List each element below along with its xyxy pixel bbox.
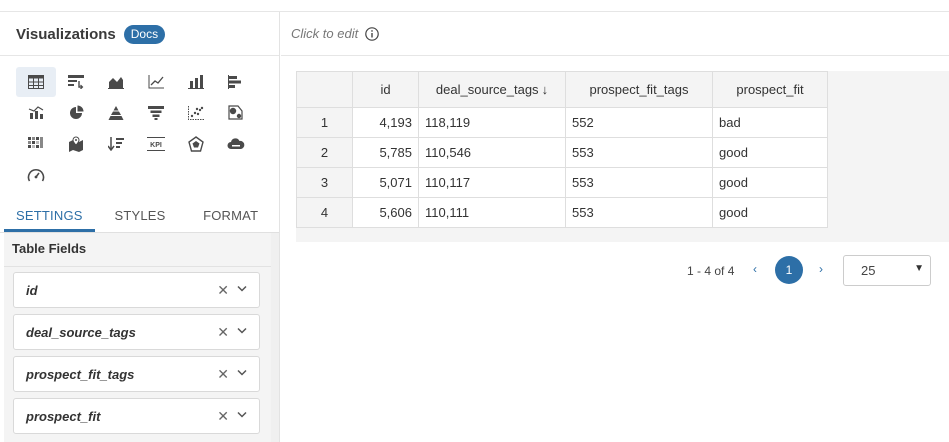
cell-prospect-fit: good	[712, 167, 828, 198]
page-1-button[interactable]: 1	[775, 256, 803, 284]
sidebar-tabs: SETTINGS STYLES FORMAT	[4, 204, 276, 232]
docs-link[interactable]: Docs	[123, 24, 166, 44]
pagination-range: 1 - 4 of 4	[687, 264, 735, 278]
column-header-deal-source-tags[interactable]: deal_source_tags ↓	[418, 71, 566, 108]
tab-format[interactable]: FORMAT	[185, 204, 276, 232]
cell-id: 5,606	[352, 197, 419, 228]
map-marker-icon[interactable]	[56, 129, 96, 159]
row-number: 2	[296, 137, 353, 168]
cell-prospect-fit: bad	[712, 107, 828, 138]
field-name: prospect_fit_tags	[26, 366, 135, 382]
pivot-table-icon[interactable]	[56, 67, 96, 97]
divider	[4, 266, 271, 267]
field-pill[interactable]: prospect_fit ✕	[13, 398, 260, 434]
field-name: prospect_fit	[26, 408, 101, 424]
visualizations-header: Visualizations Docs	[16, 22, 166, 46]
cloud-icon[interactable]	[216, 129, 256, 159]
field-pill[interactable]: deal_source_tags ✕	[13, 314, 260, 350]
field-pill[interactable]: id ✕	[13, 272, 260, 308]
cell-prospect-fit-tags: 553	[565, 137, 713, 168]
cell-prospect-fit: good	[712, 197, 828, 228]
row-number: 1	[296, 107, 353, 138]
page-size-value: 25	[861, 263, 876, 278]
scatter-plot-icon[interactable]	[176, 98, 216, 128]
pie-chart-icon[interactable]	[56, 98, 96, 128]
visualizations-title: Visualizations	[16, 25, 116, 43]
table-container: id deal_source_tags ↓ prospect_fit_tags p…	[296, 71, 949, 242]
remove-field-icon[interactable]: ✕	[217, 366, 229, 383]
table-row: 3 5,071 110,117 553 good	[296, 167, 828, 198]
field-name: deal_source_tags	[26, 324, 136, 340]
cell-prospect-fit-tags: 553	[565, 197, 713, 228]
chevron-down-icon[interactable]	[237, 411, 247, 419]
table-fields-panel: Table Fields id ✕ deal_source_tags ✕ pro…	[4, 233, 271, 442]
table-header-row: id deal_source_tags ↓ prospect_fit_tags p…	[296, 71, 828, 108]
next-page-button[interactable]: ›	[819, 262, 823, 276]
table-row: 1 4,193 118,119 552 bad	[296, 107, 828, 138]
cell-id: 5,785	[352, 137, 419, 168]
cell-deal-source-tags: 110,111	[418, 197, 566, 228]
table-icon[interactable]	[16, 67, 56, 97]
area-chart-icon[interactable]	[96, 67, 136, 97]
sort-list-icon[interactable]	[96, 129, 136, 159]
cell-prospect-fit-tags: 552	[565, 107, 713, 138]
data-table: id deal_source_tags ↓ prospect_fit_tags p…	[296, 71, 828, 228]
panel-scrollbar[interactable]	[271, 233, 279, 442]
sort-desc-icon: ↓	[541, 82, 549, 97]
field-pill[interactable]: prospect_fit_tags ✕	[13, 356, 260, 392]
row-number: 4	[296, 197, 353, 228]
main-area: Click to edit id deal_source_tags ↓ prosp…	[281, 12, 949, 442]
funnel-chart-icon[interactable]	[136, 98, 176, 128]
cell-id: 4,193	[352, 107, 419, 138]
remove-field-icon[interactable]: ✕	[217, 282, 229, 299]
horizontal-bar-chart-icon[interactable]	[216, 67, 256, 97]
tab-styles[interactable]: STYLES	[95, 204, 186, 232]
page-size-select[interactable]: 25 ▼	[843, 255, 931, 286]
svg-text:KPI: KPI	[150, 142, 162, 149]
row-number: 3	[296, 167, 353, 198]
table-fields-title: Table Fields	[12, 241, 87, 256]
divider	[0, 55, 279, 56]
caret-down-icon: ▼	[914, 263, 924, 274]
column-header-prospect-fit-tags[interactable]: prospect_fit_tags	[565, 71, 713, 108]
chevron-down-icon[interactable]	[237, 285, 247, 293]
kpi-icon[interactable]: KPI	[136, 129, 176, 159]
pagination: 1 - 4 of 4 ‹ 1 › 25 ▼	[281, 255, 949, 287]
cell-deal-source-tags: 118,119	[418, 107, 566, 138]
info-icon[interactable]	[365, 26, 380, 41]
chevron-down-icon[interactable]	[237, 327, 247, 335]
column-header-prospect-fit[interactable]: prospect_fit	[712, 71, 828, 108]
heatmap-icon[interactable]	[16, 129, 56, 159]
chevron-down-icon[interactable]	[237, 369, 247, 377]
cell-prospect-fit: good	[712, 137, 828, 168]
remove-field-icon[interactable]: ✕	[217, 408, 229, 425]
previous-page-button[interactable]: ‹	[753, 262, 757, 276]
click-to-edit-title[interactable]: Click to edit	[291, 26, 380, 41]
gauge-icon[interactable]	[16, 160, 56, 190]
column-header-label: deal_source_tags	[435, 82, 539, 97]
tab-settings[interactable]: SETTINGS	[4, 204, 95, 232]
click-to-edit-label: Click to edit	[291, 26, 359, 41]
polygon-map-icon[interactable]	[176, 129, 216, 159]
cell-prospect-fit-tags: 553	[565, 167, 713, 198]
bar-chart-icon[interactable]	[176, 67, 216, 97]
bubble-map-icon[interactable]	[216, 98, 256, 128]
combo-chart-icon[interactable]	[16, 98, 56, 128]
table-row: 2 5,785 110,546 553 good	[296, 137, 828, 168]
table-row: 4 5,606 110,111 553 good	[296, 197, 828, 228]
row-number-header	[296, 71, 353, 108]
visualization-sidebar: Visualizations Docs KPI SETTINGS STYLES …	[0, 12, 280, 442]
top-border	[0, 0, 949, 12]
pyramid-chart-icon[interactable]	[96, 98, 136, 128]
remove-field-icon[interactable]: ✕	[217, 324, 229, 341]
column-header-id[interactable]: id	[352, 71, 419, 108]
cell-deal-source-tags: 110,117	[418, 167, 566, 198]
cell-deal-source-tags: 110,546	[418, 137, 566, 168]
line-chart-icon[interactable]	[136, 67, 176, 97]
cell-id: 5,071	[352, 167, 419, 198]
divider	[281, 55, 949, 56]
field-name: id	[26, 282, 38, 298]
